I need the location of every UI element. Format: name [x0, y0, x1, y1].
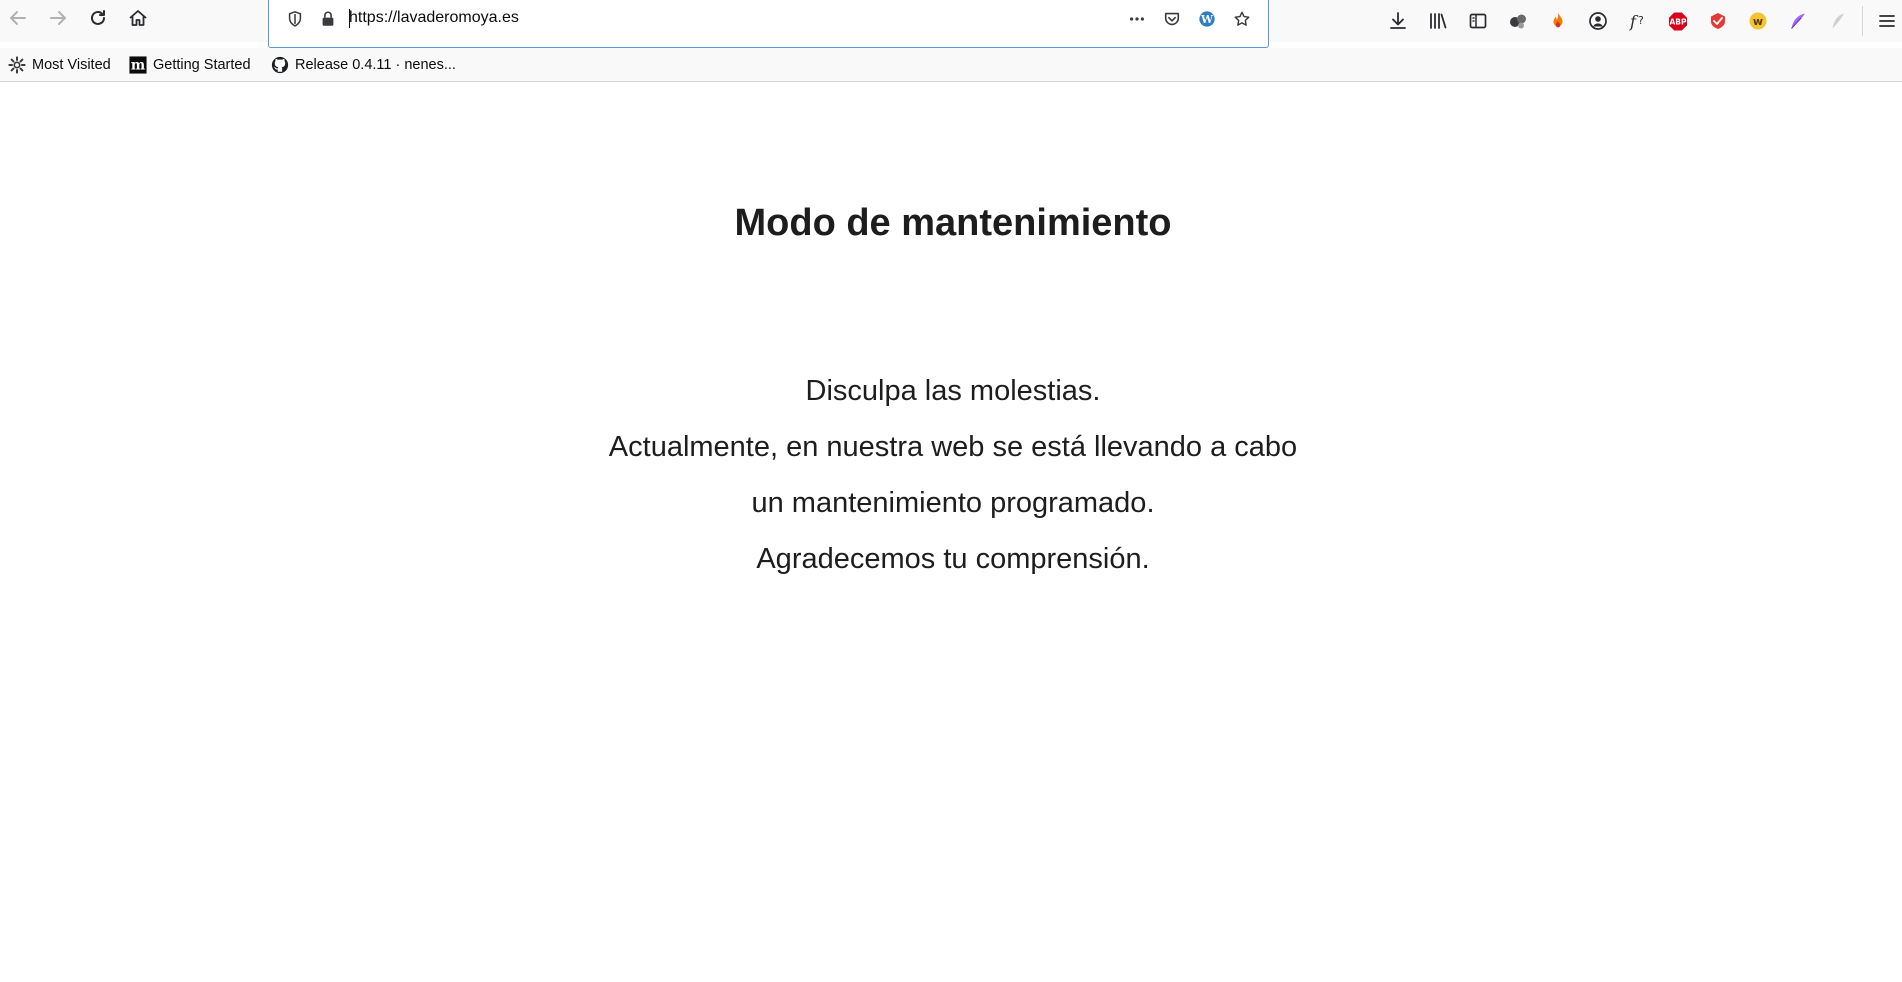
- svg-text:ABP: ABP: [1669, 18, 1687, 27]
- home-button[interactable]: [122, 4, 154, 36]
- grey-feather-icon[interactable]: [1825, 8, 1851, 34]
- hamburger-menu-icon[interactable]: [1874, 8, 1900, 34]
- bookmarks-toolbar: Most Visited m Getting Started Release 0…: [0, 48, 1902, 82]
- message-line: un mantenimiento programado.: [751, 487, 1155, 519]
- fire-extension-icon[interactable]: [1545, 8, 1571, 34]
- forward-button[interactable]: [42, 4, 74, 36]
- more-dots-icon[interactable]: [1126, 8, 1148, 30]
- page-content: Modo de mantenimiento Disculpa las moles…: [0, 82, 1902, 982]
- browser-toolbar: https://lavaderomoya.es W f? ABP w: [0, 0, 1902, 48]
- bookmark-getting-started[interactable]: m Getting Started: [129, 54, 251, 76]
- svg-text:?: ?: [1638, 14, 1644, 27]
- bookmark-star-icon[interactable]: [1231, 8, 1253, 30]
- svg-text:W: W: [1200, 13, 1214, 26]
- lock-icon[interactable]: [317, 8, 339, 30]
- message-line: Actualmente, en nuestra web se está llev…: [608, 431, 1298, 463]
- home-icon: [128, 8, 148, 33]
- maintenance-message: Disculpa las molestias. Actualmente, en …: [0, 363, 1902, 587]
- message-line: Disculpa las molestias.: [805, 375, 1101, 407]
- bookmark-release[interactable]: Release 0.4.11 · nenes...: [271, 54, 456, 76]
- adblock-plus-icon[interactable]: ABP: [1665, 8, 1691, 34]
- bookmark-most-visited[interactable]: Most Visited: [8, 54, 111, 76]
- message-line: Agradecemos tu comprensión.: [756, 543, 1150, 575]
- back-arrow-icon: [8, 8, 28, 33]
- back-button[interactable]: [2, 4, 34, 36]
- url-text[interactable]: https://lavaderomoya.es: [349, 9, 519, 28]
- bookmark-label: Getting Started: [153, 57, 251, 73]
- yellow-w-extension-icon[interactable]: w: [1745, 8, 1771, 34]
- account-icon[interactable]: [1585, 8, 1611, 34]
- library-icon[interactable]: [1425, 8, 1451, 34]
- svg-text:m: m: [131, 58, 145, 74]
- extension-balls-icon[interactable]: [1505, 8, 1531, 34]
- pocket-icon[interactable]: [1161, 8, 1183, 30]
- url-bar[interactable]: https://lavaderomoya.es W: [268, 0, 1269, 48]
- github-icon: [271, 56, 289, 74]
- bookmark-label: Release 0.4.11 · nenes...: [295, 57, 456, 73]
- download-icon[interactable]: [1385, 8, 1411, 34]
- reload-icon: [88, 8, 108, 33]
- sidebar-icon[interactable]: [1465, 8, 1491, 34]
- svg-text:w: w: [1753, 15, 1763, 28]
- bookmark-label: Most Visited: [32, 57, 111, 73]
- forward-arrow-icon: [48, 8, 68, 33]
- wordpress-icon[interactable]: W: [1196, 8, 1218, 30]
- feather-icon[interactable]: [1785, 8, 1811, 34]
- toolbar-divider: [1862, 6, 1863, 36]
- m-logo-icon: m: [129, 56, 147, 74]
- red-extension-icon[interactable]: [1705, 8, 1731, 34]
- font-finder-icon[interactable]: f?: [1625, 8, 1651, 34]
- tracking-shield-icon[interactable]: [284, 8, 306, 30]
- gear-icon: [8, 56, 26, 74]
- reload-button[interactable]: [82, 4, 114, 36]
- page-title: Modo de mantenimiento: [734, 202, 1172, 244]
